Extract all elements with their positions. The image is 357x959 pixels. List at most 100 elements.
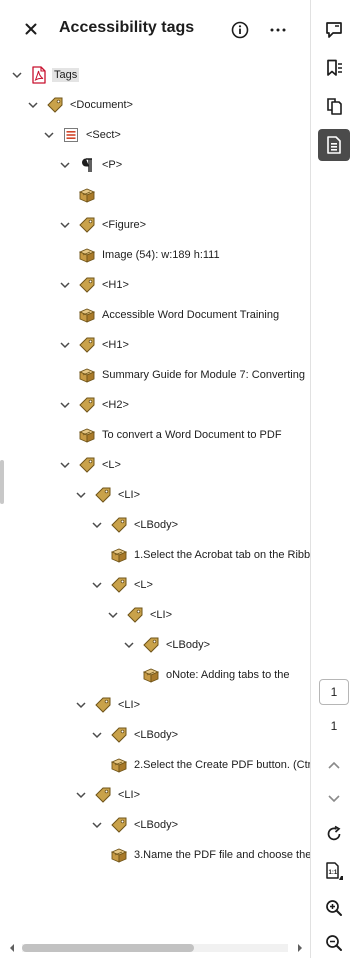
- chevron-down-icon[interactable]: [58, 458, 72, 472]
- tag-icon: [78, 336, 96, 354]
- tree-node[interactable]: <LI>: [74, 780, 142, 810]
- tree-node-label: <LBody>: [134, 519, 179, 531]
- page-number-input[interactable]: 1: [319, 679, 349, 705]
- chevron-down-icon[interactable]: [58, 278, 72, 292]
- zoom-out-icon: [326, 935, 342, 951]
- tag-icon: [94, 696, 112, 714]
- info-button[interactable]: [229, 19, 251, 41]
- rotate-icon: [327, 825, 341, 841]
- chevron-down-icon[interactable]: [58, 398, 72, 412]
- scroll-right-button[interactable]: [294, 942, 306, 954]
- page-up-button[interactable]: [318, 749, 350, 781]
- tree-node[interactable]: <L>: [90, 570, 155, 600]
- tree-content-item[interactable]: 3.Name the PDF file and choose the: [110, 840, 310, 870]
- chevron-down-icon[interactable]: [106, 608, 120, 622]
- accessibility-tags-button[interactable]: [318, 129, 350, 161]
- chevron-down-icon[interactable]: [74, 698, 88, 712]
- rotate-button[interactable]: [318, 818, 350, 850]
- tree-content-item[interactable]: Summary Guide for Module 7: Converting: [78, 360, 307, 390]
- tree-node-label: <LBody>: [134, 819, 179, 831]
- zoom-out-button[interactable]: [318, 927, 350, 959]
- chevron-down-icon[interactable]: [90, 518, 104, 532]
- tree-content-item[interactable]: Accessible Word Document Training: [78, 300, 281, 330]
- more-options-button[interactable]: [264, 19, 292, 41]
- content-box-icon: [78, 366, 96, 384]
- tree-node-label: <Sect>: [86, 129, 121, 141]
- panel-header: Accessibility tags: [0, 0, 310, 58]
- zoom-in-button[interactable]: [318, 892, 350, 924]
- tree-node[interactable]: <Sect>: [42, 120, 123, 150]
- scrollbar-track[interactable]: [22, 944, 288, 952]
- tree-content-item[interactable]: [78, 180, 104, 210]
- tree-node-label: To convert a Word Document to PDF: [102, 429, 282, 441]
- chevron-down-icon[interactable]: [90, 728, 104, 742]
- tree-content-item[interactable]: Image (54): w:189 h:111: [78, 240, 222, 270]
- tree-node[interactable]: <L>: [58, 450, 123, 480]
- tree-node[interactable]: <Document>: [26, 90, 135, 120]
- content-box-icon: [78, 426, 96, 444]
- scroll-left-icon: [10, 944, 14, 952]
- comment-button[interactable]: [318, 14, 350, 46]
- tag-icon: [78, 216, 96, 234]
- chevron-down-icon[interactable]: [90, 578, 104, 592]
- tree-node-label: <LBody>: [166, 639, 211, 651]
- chevron-down-icon[interactable]: [74, 788, 88, 802]
- tree-node[interactable]: <P>: [58, 150, 124, 180]
- tree-node-label: <H2>: [102, 399, 129, 411]
- chevron-down-icon[interactable]: [10, 68, 24, 82]
- content-box-icon: [110, 756, 128, 774]
- tree-node[interactable]: <LBody>: [90, 720, 180, 750]
- horizontal-scrollbar[interactable]: [0, 938, 310, 958]
- tag-icon: [78, 456, 96, 474]
- content-box-icon: [110, 846, 128, 864]
- tree-node[interactable]: Tags: [10, 60, 80, 90]
- pages-button[interactable]: [318, 90, 350, 122]
- tree-node[interactable]: <LBody>: [122, 630, 212, 660]
- chevron-down-icon[interactable]: [122, 638, 136, 652]
- actual-size-button[interactable]: 1:1: [318, 855, 350, 887]
- tree-content-item[interactable]: oNote: Adding tabs to the: [142, 660, 292, 690]
- tree-node-label: 3.Name the PDF file and choose the: [134, 849, 310, 861]
- tree-node[interactable]: <Figure>: [58, 210, 148, 240]
- panel-resize-handle[interactable]: [0, 460, 4, 504]
- scroll-left-button[interactable]: [6, 942, 18, 954]
- tree-node[interactable]: <LI>: [74, 480, 142, 510]
- chevron-down-icon[interactable]: [58, 158, 72, 172]
- tag-icon: [110, 516, 128, 534]
- tag-icon: [110, 816, 128, 834]
- chevron-down-icon[interactable]: [90, 818, 104, 832]
- close-icon: [25, 23, 37, 35]
- tree-node[interactable]: <LI>: [74, 690, 142, 720]
- close-button[interactable]: [20, 18, 42, 40]
- chevron-down-icon[interactable]: [74, 488, 88, 502]
- chevron-down-icon[interactable]: [26, 98, 40, 112]
- chevron-down-icon[interactable]: [58, 338, 72, 352]
- pdf-icon: [30, 66, 48, 84]
- tree-node[interactable]: <LBody>: [90, 510, 180, 540]
- chevron-down-icon[interactable]: [58, 218, 72, 232]
- bookmark-button[interactable]: [318, 52, 350, 84]
- tree-node-label: Summary Guide for Module 7: Converting: [102, 369, 305, 381]
- tree-node-label: Accessible Word Document Training: [102, 309, 280, 321]
- tree-content-item[interactable]: 1.Select the Acrobat tab on the Ribbon: [110, 540, 310, 570]
- content-box-icon: [78, 246, 96, 264]
- page-down-icon: [328, 795, 340, 803]
- tree-node[interactable]: <H2>: [58, 390, 131, 420]
- tree-node[interactable]: <H1>: [58, 270, 131, 300]
- tree-node-label: oNote: Adding tabs to the: [166, 669, 290, 681]
- scroll-right-icon: [298, 944, 302, 952]
- tree-node-label: <LBody>: [134, 729, 179, 741]
- tags-tree: Tags <Document> <Sect> <P> <Figure> Image (54…: [0, 58, 310, 938]
- tree-node[interactable]: <LBody>: [90, 810, 180, 840]
- chevron-down-icon[interactable]: [42, 128, 56, 142]
- scrollbar-thumb[interactable]: [22, 944, 194, 952]
- tree-node-label: Image (54): w:189 h:111: [102, 249, 220, 261]
- tree-node-label: [100, 194, 104, 196]
- tree-node-label: <H1>: [102, 339, 129, 351]
- tree-node[interactable]: <H1>: [58, 330, 131, 360]
- page-down-button[interactable]: [318, 783, 350, 815]
- tree-content-item[interactable]: 2.Select the Create PDF button. (Ctrl: [110, 750, 310, 780]
- bookmark-icon: [327, 59, 342, 76]
- tree-content-item[interactable]: To convert a Word Document to PDF: [78, 420, 284, 450]
- tree-node[interactable]: <LI>: [106, 600, 174, 630]
